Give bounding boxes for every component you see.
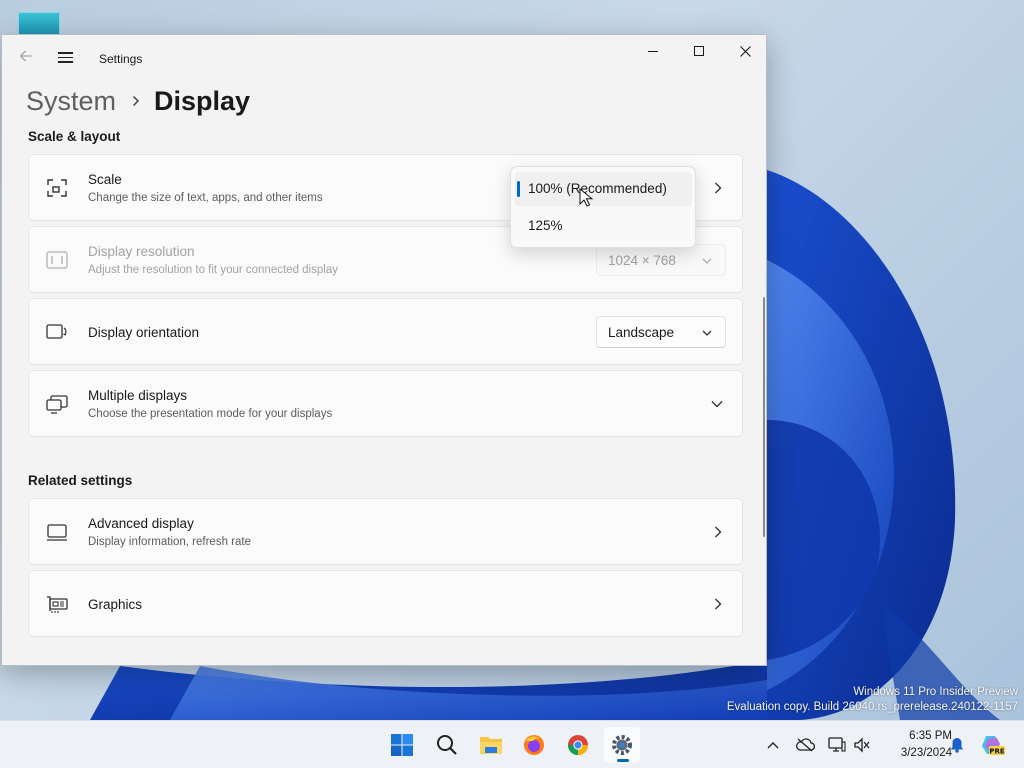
network-icon: [828, 737, 846, 752]
volume-icon: [854, 737, 870, 753]
chevron-down-icon: [702, 258, 712, 264]
start-button[interactable]: [384, 727, 420, 763]
chrome-button[interactable]: [560, 727, 596, 763]
settings-icon: [612, 735, 632, 755]
copilot-icon: PRE: [982, 736, 1005, 756]
onedrive-button[interactable]: [795, 735, 815, 755]
taskbar: 6:35 PM 3/23/2024 PRE: [0, 720, 1024, 768]
page-title: Display: [154, 85, 251, 116]
display-resolution-title: Display resolution: [88, 244, 195, 259]
chevron-down-icon: [711, 401, 723, 408]
active-app-indicator: [617, 759, 629, 762]
settings-window: Settings System Display Scale & layout S…: [1, 34, 767, 666]
chevron-right-icon: [715, 182, 722, 194]
multiple-displays-card[interactable]: Multiple displays Choose the presentatio…: [28, 370, 743, 437]
scale-icon: [47, 179, 67, 197]
selection-indicator: [517, 181, 520, 197]
resolution-select: 1024 × 768: [596, 244, 726, 276]
show-hidden-icons-button[interactable]: [763, 735, 783, 755]
chevron-up-icon: [767, 742, 779, 749]
chevron-right-icon: [715, 598, 722, 610]
scale-option-100[interactable]: 100% (Recommended): [515, 172, 692, 206]
advanced-display-card[interactable]: Advanced display Display information, re…: [28, 498, 743, 565]
breadcrumb-system-link[interactable]: System: [26, 86, 116, 117]
file-explorer-icon: [480, 737, 502, 754]
advanced-display-title: Advanced display: [88, 516, 194, 531]
monitor-icon: [47, 524, 67, 541]
firefox-icon: [524, 735, 544, 755]
chevron-down-icon: [702, 330, 712, 336]
multiple-displays-title: Multiple displays: [88, 388, 188, 403]
maximize-button[interactable]: [676, 35, 722, 67]
title-bar[interactable]: Settings: [2, 35, 766, 83]
clock-time: 6:35 PM: [909, 730, 952, 742]
orientation-icon: [46, 324, 67, 339]
maximize-icon: [694, 46, 704, 56]
scale-title: Scale: [88, 172, 122, 187]
firefox-button[interactable]: [516, 727, 552, 763]
scale-option-125[interactable]: 125%: [515, 209, 692, 243]
watermark-edition: Windows 11 Pro Insider Preview: [853, 686, 1018, 698]
scale-subtitle: Change the size of text, apps, and other…: [88, 192, 323, 204]
graphics-card-icon: [47, 596, 68, 613]
mouse-cursor-icon: [579, 188, 593, 207]
multiple-displays-icon: [46, 395, 68, 414]
chevron-right-icon: [132, 95, 140, 107]
search-icon: [437, 735, 457, 755]
scrollbar-thumb[interactable]: [763, 297, 765, 537]
watermark-build: Evaluation copy. Build 26040.rs_prerelea…: [726, 701, 1018, 713]
clock[interactable]: 6:35 PM 3/23/2024: [876, 728, 952, 762]
window-title: Settings: [99, 52, 143, 66]
volume-button[interactable]: [852, 735, 872, 755]
file-explorer-button[interactable]: [473, 727, 509, 763]
minimize-button[interactable]: [630, 35, 676, 67]
back-arrow-icon[interactable]: [16, 49, 36, 69]
clock-date: 3/23/2024: [900, 747, 952, 759]
resolution-icon: [46, 251, 68, 269]
minimize-icon: [648, 51, 658, 52]
copilot-button[interactable]: PRE: [980, 732, 1006, 758]
display-orientation-card: Display orientation Landscape: [28, 298, 743, 365]
chevron-right-icon: [715, 526, 722, 538]
resolution-select-value: 1024 × 768: [608, 253, 676, 268]
advanced-display-subtitle: Display information, refresh rate: [88, 536, 251, 548]
start-icon: [391, 734, 413, 756]
scale-option-100-label: 100% (Recommended): [528, 181, 667, 196]
graphics-title: Graphics: [88, 597, 143, 612]
chrome-icon: [567, 735, 589, 756]
settings-button[interactable]: [604, 727, 640, 763]
copilot-badge-label: PRE: [989, 748, 1005, 756]
notification-bell-icon: [951, 738, 963, 753]
network-button[interactable]: [827, 735, 847, 755]
scale-dropdown: 100% (Recommended) 125%: [510, 166, 696, 248]
graphics-card[interactable]: Graphics: [28, 570, 743, 637]
section-heading-scale-layout: Scale & layout: [28, 129, 121, 144]
search-button[interactable]: [429, 727, 465, 763]
display-orientation-title: Display orientation: [88, 325, 200, 340]
notifications-button[interactable]: [947, 735, 967, 755]
onedrive-icon: [796, 738, 815, 752]
display-resolution-subtitle: Adjust the resolution to fit your connec…: [88, 264, 338, 276]
orientation-select[interactable]: Landscape: [596, 316, 726, 348]
desktop-shortcut-icon[interactable]: [18, 12, 60, 36]
multiple-displays-subtitle: Choose the presentation mode for your di…: [88, 408, 333, 420]
close-icon: [739, 45, 751, 57]
hamburger-menu-icon[interactable]: [56, 49, 76, 69]
orientation-select-value: Landscape: [608, 325, 675, 340]
close-button[interactable]: [722, 35, 766, 67]
section-heading-related-settings: Related settings: [28, 473, 133, 488]
breadcrumb: System Display: [26, 81, 250, 121]
scale-option-125-label: 125%: [528, 218, 563, 233]
